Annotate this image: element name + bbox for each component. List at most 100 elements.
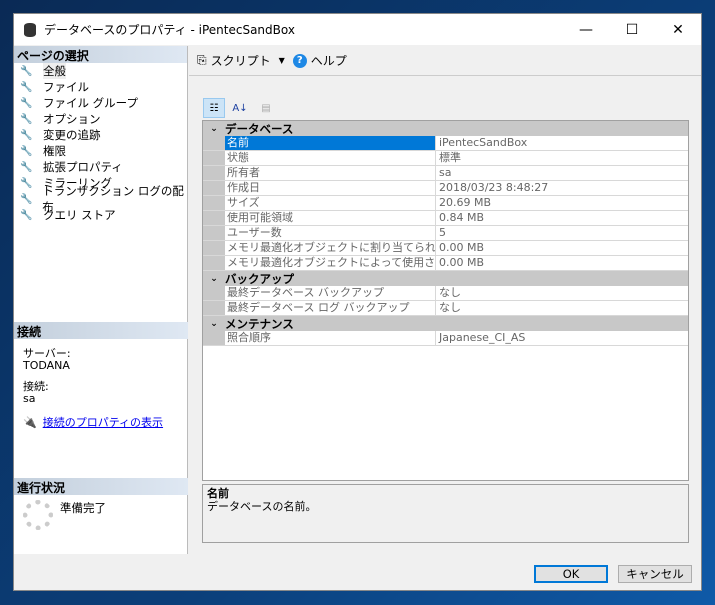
property-row[interactable]: 最終データベース ログ バックアップ なし — [203, 301, 688, 316]
window-title: データベースのプロパティ - iPentecSandBox — [44, 23, 295, 37]
property-value: 0.00 MB — [439, 256, 485, 269]
page-item-label: オプション — [43, 112, 101, 126]
property-name: 最終データベース バックアップ — [225, 286, 436, 300]
wrench-icon: 🔧 — [20, 193, 33, 205]
grid-toolbar: ☷ A↓ ▤ — [203, 98, 277, 118]
database-properties-dialog: データベースのプロパティ - iPentecSandBox — ☐ ✕ ページの… — [13, 13, 702, 591]
page-item[interactable]: 🔧 権限 — [14, 143, 187, 159]
property-value: 標準 — [439, 151, 461, 164]
left-panel: ページの選択 🔧 全般 🔧 ファイル 🔧 ファイル グループ 🔧 オプション 🔧 変更の追跡 🔧 権限… — [14, 46, 188, 554]
property-row[interactable]: 状態 標準 — [203, 151, 688, 166]
description-title: 名前 — [207, 487, 229, 500]
property-value: 20.69 MB — [439, 196, 492, 209]
title-bar: データベースのプロパティ - iPentecSandBox — ☐ ✕ — [14, 14, 701, 45]
chevron-down-icon[interactable]: ⌄ — [203, 274, 225, 284]
property-row[interactable]: 名前 iPentecSandBox — [203, 136, 688, 151]
chevron-down-icon[interactable]: ⌄ — [203, 124, 225, 134]
row-gutter — [203, 211, 225, 225]
property-name: 照合順序 — [225, 331, 436, 345]
property-value: 0.00 MB — [439, 241, 485, 254]
cancel-button[interactable]: キャンセル — [618, 565, 692, 583]
wrench-icon: 🔧 — [20, 209, 33, 221]
property-row[interactable]: 照合順序 Japanese_CI_AS — [203, 331, 688, 346]
minimize-button[interactable]: — — [563, 14, 609, 45]
property-name: メモリ最適化オブジェクトに割り当てられたメモリ — [227, 241, 436, 255]
property-name: ユーザー数 — [225, 226, 436, 240]
row-gutter — [203, 151, 225, 165]
page-list: 🔧 全般 🔧 ファイル 🔧 ファイル グループ 🔧 オプション 🔧 変更の追跡 🔧 権限 🔧 拡張プロパテ… — [14, 63, 187, 223]
property-name: 名前 — [225, 136, 436, 150]
property-row[interactable]: 所有者 sa — [203, 166, 688, 181]
categorized-icon[interactable]: ☷ — [203, 98, 225, 118]
page-item-label: 権限 — [43, 144, 66, 158]
property-name: 使用可能領域 — [225, 211, 436, 225]
row-gutter — [203, 286, 225, 300]
script-button[interactable]: スクリプト — [211, 52, 271, 69]
maximize-button[interactable]: ☐ — [609, 14, 655, 45]
connection-section: 接続 サーバー: TODANA 接続: sa 🔌 接続のプロパティの表示 — [14, 322, 188, 429]
page-item[interactable]: 🔧 変更の追跡 — [14, 127, 187, 143]
wrench-icon: 🔧 — [20, 129, 33, 141]
page-item-label: 拡張プロパティ — [43, 160, 123, 174]
page-item[interactable]: 🔧 トランザクション ログの配布 — [14, 184, 187, 214]
row-gutter — [203, 301, 225, 315]
help-icon: ? — [292, 53, 307, 68]
property-row[interactable]: 使用可能領域 0.84 MB — [203, 211, 688, 226]
page-item-label: 全般 — [43, 63, 66, 79]
property-value: 5 — [439, 226, 446, 239]
right-panel: ⎘ スクリプト ▼ ? ヘルプ ☷ A↓ ▤ ⌄ データベース 名前 iPentecS… — [189, 46, 701, 554]
property-name: 作成日 — [225, 181, 436, 195]
property-pages-icon[interactable]: ▤ — [255, 98, 277, 118]
property-value: sa — [439, 166, 452, 179]
property-name: サイズ — [225, 196, 436, 210]
property-row[interactable]: メモリ最適化オブジェクトに割り当てられたメモリ0.00 MB — [203, 241, 688, 256]
page-item[interactable]: 🔧 オプション — [14, 111, 187, 127]
wrench-icon: 🔧 — [20, 81, 33, 93]
category-header[interactable]: ⌄ メンテナンス — [203, 316, 688, 331]
property-row[interactable]: 最終データベース バックアップ なし — [203, 286, 688, 301]
description-text: データベースの名前。 — [207, 500, 317, 513]
page-item-label: ファイル グループ — [43, 96, 138, 110]
wrench-icon: 🔧 — [20, 65, 33, 77]
row-gutter — [203, 196, 225, 210]
wrench-icon: 🔧 — [20, 113, 33, 125]
property-name: 状態 — [225, 151, 436, 165]
plug-icon: 🔌 — [23, 416, 37, 429]
script-dropdown-icon[interactable]: ▼ — [279, 56, 285, 65]
connection-label: 接続: — [23, 380, 49, 393]
progress-section: 進行状況 準備完了 — [14, 478, 188, 530]
connection-properties-link[interactable]: 接続のプロパティの表示 — [43, 416, 163, 429]
page-item[interactable]: 🔧 拡張プロパティ — [14, 159, 187, 175]
connection-header: 接続 — [14, 322, 188, 339]
page-item[interactable]: 🔧 全般 — [14, 63, 187, 79]
category-header[interactable]: ⌄ バックアップ — [203, 271, 688, 286]
property-row[interactable]: ユーザー数 5 — [203, 226, 688, 241]
property-name: 最終データベース ログ バックアップ — [225, 301, 436, 315]
toolbar: ⎘ スクリプト ▼ ? ヘルプ — [189, 46, 701, 76]
alphabetical-sort-icon[interactable]: A↓ — [229, 98, 251, 118]
property-value: Japanese_CI_AS — [439, 331, 526, 344]
ok-button[interactable]: OK — [534, 565, 608, 583]
row-gutter — [203, 136, 225, 150]
category-name: バックアップ — [225, 271, 294, 286]
page-item-label: 変更の追跡 — [43, 128, 101, 142]
page-item[interactable]: 🔧 ファイル グループ — [14, 95, 187, 111]
property-row[interactable]: 作成日 2018/03/23 8:48:27 — [203, 181, 688, 196]
wrench-icon: 🔧 — [20, 145, 33, 157]
property-row[interactable]: メモリ最適化オブジェクトによって使用されるメモリ0.00 MB — [203, 256, 688, 271]
property-value: iPentecSandBox — [439, 136, 528, 149]
wrench-icon: 🔧 — [20, 97, 33, 109]
category-header[interactable]: ⌄ データベース — [203, 121, 688, 136]
chevron-down-icon[interactable]: ⌄ — [203, 319, 225, 329]
page-select-header: ページの選択 — [14, 46, 187, 63]
close-button[interactable]: ✕ — [655, 14, 701, 45]
help-button[interactable]: ヘルプ — [311, 52, 347, 69]
progress-status: 準備完了 — [60, 501, 106, 515]
property-row[interactable]: サイズ 20.69 MB — [203, 196, 688, 211]
progress-header: 進行状況 — [14, 478, 188, 495]
row-gutter — [203, 181, 225, 195]
page-item[interactable]: 🔧 ファイル — [14, 79, 187, 95]
description-panel: 名前 データベースの名前。 — [202, 484, 689, 543]
script-icon: ⎘ — [197, 53, 207, 67]
property-name: 所有者 — [225, 166, 436, 180]
